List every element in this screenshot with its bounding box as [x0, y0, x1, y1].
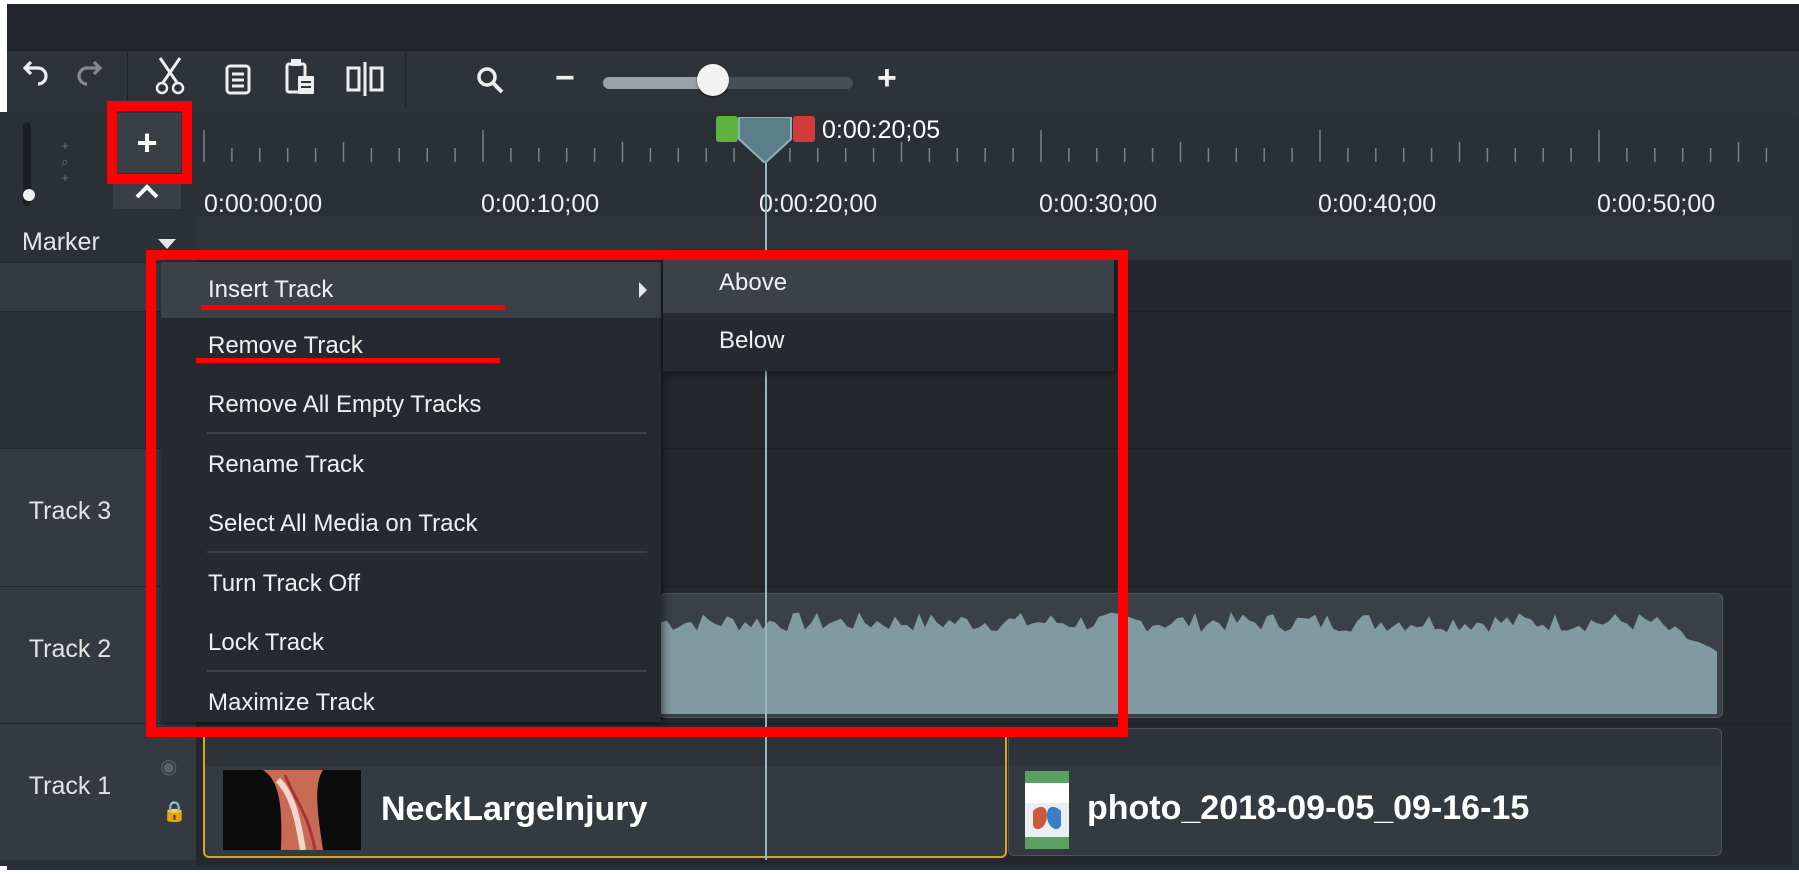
clip-title: NeckLargeInjury — [381, 790, 648, 828]
marker-lane[interactable] — [196, 216, 1792, 260]
zoom-slider-thumb[interactable] — [697, 64, 729, 96]
timeline-toolbar — [7, 52, 1799, 116]
menu-item-label: Remove All Empty Tracks — [208, 391, 482, 418]
ruler-label: 0:00:30;00 — [1039, 190, 1158, 218]
menu-item-insert-track[interactable]: Insert Track — [161, 262, 661, 318]
cut-icon[interactable] — [150, 56, 190, 96]
menu-separator — [207, 670, 647, 672]
split-icon[interactable] — [345, 59, 385, 99]
clip-thumbnail — [1025, 771, 1069, 849]
ruler-ticks — [203, 130, 1768, 162]
submenu-item-below[interactable]: Below — [663, 313, 1114, 371]
track-2-label: Track 2 — [28, 635, 112, 663]
lock-icon[interactable]: 🔒 — [162, 799, 187, 824]
track-context-menu: Insert Track Remove Track Remove All Emp… — [161, 262, 661, 722]
submenu-item-above[interactable]: Above — [663, 255, 1114, 313]
eye-icon[interactable]: ◉ — [160, 754, 177, 779]
clip-header — [1009, 729, 1721, 765]
menu-item-maximize-track[interactable]: Maximize Track — [161, 675, 661, 731]
zoom-tools-icon: + ⌕ + — [61, 138, 69, 185]
menu-item-label: Maximize Track — [208, 689, 375, 716]
collapse-button[interactable] — [113, 175, 181, 209]
search-icon[interactable] — [470, 60, 510, 100]
menu-item-rename-track[interactable]: Rename Track — [161, 437, 661, 493]
ruler-label: 0:00:20;00 — [759, 190, 878, 218]
ruler-label: 0:00:10;00 — [481, 190, 600, 218]
zoom-out-button[interactable]: − — [555, 60, 575, 96]
redo-icon[interactable] — [69, 51, 109, 91]
menu-item-label: Turn Track Off — [208, 570, 361, 597]
submenu-item-label: Above — [719, 269, 788, 296]
track-1-label: Track 1 — [28, 772, 112, 800]
title-bar — [7, 4, 1799, 51]
track-header-1[interactable]: Track 1 ◉ 🔒 — [0, 723, 196, 860]
audio-waveform — [661, 612, 1717, 714]
ruler-label: 0:00:50;00 — [1597, 190, 1716, 218]
menu-item-turn-track-off[interactable]: Turn Track Off — [161, 556, 661, 612]
menu-separator — [207, 551, 647, 553]
playhead-out-handle[interactable] — [793, 116, 815, 142]
audio-clip[interactable] — [660, 593, 1723, 718]
marker-dropdown-icon[interactable] — [158, 239, 176, 249]
menu-item-remove-track[interactable]: Remove Track — [161, 318, 661, 374]
ruler-label: 0:00:40;00 — [1318, 190, 1437, 218]
marker-label: Marker — [22, 228, 100, 256]
undo-icon[interactable] — [16, 51, 56, 91]
playhead-in-handle[interactable] — [716, 116, 738, 142]
video-clip-neck[interactable]: NeckLargeInjury — [203, 728, 1007, 858]
menu-item-label: Insert Track — [208, 276, 334, 303]
menu-item-label: Remove Track — [208, 332, 363, 359]
menu-item-label: Rename Track — [208, 451, 365, 478]
copy-icon[interactable] — [218, 59, 258, 99]
playhead-time: 0:00:20;05 — [822, 116, 941, 144]
ruler-label: 0:00:00;00 — [204, 190, 323, 218]
zoom-in-button[interactable]: + — [877, 60, 897, 96]
menu-item-remove-all-empty-tracks[interactable]: Remove All Empty Tracks — [161, 377, 661, 433]
playhead-line — [765, 140, 767, 860]
clip-thumbnail — [223, 770, 361, 850]
menu-item-label: Lock Track — [208, 629, 325, 656]
submenu-arrow-icon — [639, 282, 647, 298]
clip-title: photo_2018-09-05_09-16-15 — [1087, 789, 1530, 827]
track-height-slider-thumb[interactable] — [23, 189, 35, 201]
menu-item-label: Select All Media on Track — [208, 510, 478, 537]
submenu-item-label: Below — [719, 327, 785, 354]
insert-track-submenu: Above Below — [663, 255, 1114, 371]
track-3-label: Track 3 — [28, 497, 112, 525]
menu-separator — [207, 432, 647, 434]
add-track-button[interactable]: + — [113, 113, 181, 173]
clip-header — [205, 730, 1005, 766]
menu-item-select-all-media[interactable]: Select All Media on Track — [161, 496, 661, 552]
chevron-up-icon — [135, 184, 159, 199]
video-clip-photo[interactable]: photo_2018-09-05_09-16-15 — [1008, 728, 1722, 856]
toolbar-divider — [405, 52, 406, 108]
paste-icon[interactable] — [280, 56, 320, 96]
playhead-handle[interactable] — [737, 117, 793, 163]
toolbar-divider — [127, 52, 128, 108]
menu-item-lock-track[interactable]: Lock Track — [161, 615, 661, 671]
